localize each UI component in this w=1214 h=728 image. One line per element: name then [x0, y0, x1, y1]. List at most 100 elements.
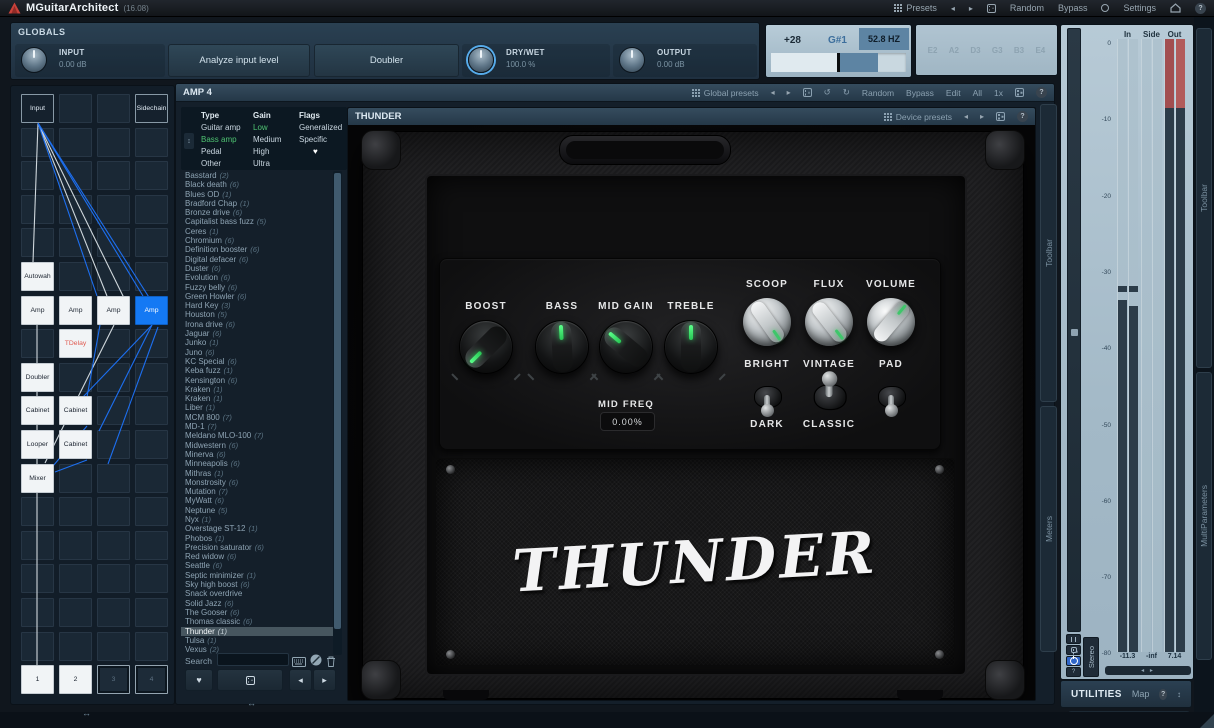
filter-option[interactable]: Medium — [253, 135, 281, 144]
string-label[interactable]: D3 — [970, 46, 980, 55]
help-icon[interactable]: ? — [1159, 689, 1167, 700]
string-label[interactable]: B3 — [1014, 46, 1024, 55]
preset-item[interactable]: Irona drive(6) — [181, 320, 333, 329]
sort-button[interactable]: ↕ — [184, 133, 194, 149]
bypass-button[interactable]: Bypass — [1058, 3, 1088, 13]
help-icon[interactable]: ? — [1036, 87, 1047, 98]
tuner-panel[interactable]: +28 G#1 52.8 HZ — [765, 24, 912, 78]
preset-item[interactable]: Blues OD(1) — [181, 190, 333, 199]
search-input[interactable] — [217, 653, 289, 666]
randomize-icon[interactable] — [987, 4, 996, 13]
preset-item[interactable]: Mithras(1) — [181, 469, 333, 478]
preset-item[interactable]: Midwestern(6) — [181, 441, 333, 450]
random-button[interactable]: Random — [862, 88, 894, 98]
input-knob[interactable] — [21, 47, 47, 73]
filter-option[interactable]: ♥ — [299, 147, 318, 156]
preset-item[interactable]: Basstard(2) — [181, 171, 333, 180]
preset-item[interactable]: Chromium(6) — [181, 236, 333, 245]
bypass-button[interactable]: Bypass — [906, 88, 934, 98]
preset-item[interactable]: Sky high boost(6) — [181, 580, 333, 589]
collapse-icon[interactable]: ↕ — [1177, 690, 1181, 699]
filter-option[interactable]: Pedal — [201, 147, 221, 156]
prev-preset-button[interactable]: ◂ — [964, 112, 968, 121]
filter-option[interactable]: Ultra — [253, 159, 270, 168]
graph-node[interactable]: 2 — [59, 665, 92, 694]
preset-item[interactable]: The Gooser(6) — [181, 608, 333, 617]
preset-item[interactable]: Snack overdrive — [181, 589, 333, 598]
graph-node[interactable]: Amp — [21, 296, 54, 325]
preset-item[interactable]: Definition booster(6) — [181, 245, 333, 254]
graph-node[interactable]: 4 — [135, 665, 168, 694]
oversampling-button[interactable]: 1x — [994, 88, 1003, 98]
meter-help-button[interactable]: ? — [1066, 667, 1081, 677]
graph-node[interactable]: 3 — [97, 665, 130, 694]
preset-item[interactable]: Seattle(6) — [181, 561, 333, 570]
preset-item[interactable]: Houston(5) — [181, 310, 333, 319]
toolbar-collapsed-tab-right[interactable]: Toolbar — [1196, 28, 1212, 368]
string-tuner-panel[interactable]: E2A2D3G3B3E4 — [915, 24, 1058, 76]
redo-icon[interactable]: ↻ — [843, 87, 850, 98]
meter-fader[interactable] — [1067, 28, 1081, 632]
preset-item[interactable]: Precision saturator(6) — [181, 543, 333, 552]
random-button[interactable]: Random — [1010, 3, 1044, 13]
preset-item[interactable]: Septic minimizer(1) — [181, 571, 333, 580]
meter-scrollbar[interactable]: ◂ ▸ — [1105, 666, 1191, 675]
next-preset-button[interactable]: ▸ — [313, 669, 336, 691]
all-button[interactable]: All — [973, 88, 982, 98]
help-icon[interactable]: ? — [1195, 3, 1206, 14]
filter-option[interactable]: Specific — [299, 135, 327, 144]
preset-item[interactable]: Fuzzy belly(6) — [181, 283, 333, 292]
preset-item[interactable]: Evolution(6) — [181, 273, 333, 282]
help-icon[interactable]: ? — [1017, 111, 1028, 122]
random-preset-button[interactable] — [217, 669, 283, 691]
preset-item[interactable]: Red widow(6) — [181, 552, 333, 561]
preset-item[interactable]: MD-1(7) — [181, 422, 333, 431]
scrollbar-thumb[interactable] — [334, 173, 341, 629]
knob-boost[interactable] — [459, 320, 513, 374]
preset-item[interactable]: Junko(1) — [181, 338, 333, 347]
string-label[interactable]: E4 — [1035, 46, 1045, 55]
preset-item[interactable]: Capitalist bass fuzz(5) — [181, 217, 333, 226]
toggle-vintage[interactable] — [812, 371, 845, 421]
preset-item[interactable]: Jaguar(6) — [181, 329, 333, 338]
preset-item[interactable]: Thunder(1) — [181, 627, 333, 636]
graph-node[interactable]: Amp — [135, 296, 168, 325]
preset-item[interactable]: MCM 800(7) — [181, 413, 333, 422]
randomize-icon[interactable] — [1015, 88, 1024, 97]
filter-option[interactable]: High — [253, 147, 269, 156]
knob-treble[interactable] — [664, 320, 718, 374]
doubler-button[interactable]: Doubler — [314, 44, 459, 77]
home-icon[interactable] — [1170, 3, 1181, 13]
next-preset-button[interactable]: ▸ — [787, 88, 791, 97]
window-resize-grip[interactable] — [1200, 714, 1214, 728]
graph-node[interactable]: Mixer — [21, 464, 54, 493]
filter-option[interactable]: Bass amp — [201, 135, 237, 144]
preset-item[interactable]: Phobos(1) — [181, 534, 333, 543]
graph-node[interactable]: Sidechain — [135, 94, 168, 123]
drywet-knob[interactable] — [468, 47, 494, 73]
meters-collapsed-tab[interactable]: Meters — [1040, 406, 1057, 652]
preset-item[interactable]: Minneapolis(6) — [181, 459, 333, 468]
preset-item[interactable]: Kensington(6) — [181, 376, 333, 385]
output-knob[interactable] — [619, 47, 645, 73]
knob-mid-gain[interactable] — [599, 320, 653, 374]
preset-item[interactable]: KC Special(6) — [181, 357, 333, 366]
preset-item[interactable]: Neptune(5) — [181, 506, 333, 515]
preset-scrollbar[interactable] — [333, 171, 342, 655]
toolbar-collapsed-tab[interactable]: Toolbar — [1040, 104, 1057, 402]
next-preset-button[interactable]: ▸ — [969, 4, 973, 13]
randomize-icon[interactable] — [803, 88, 812, 97]
preset-item[interactable]: Liber(1) — [181, 403, 333, 412]
preset-item[interactable]: Bradford Chap(1) — [181, 199, 333, 208]
pause-button[interactable] — [1066, 634, 1081, 644]
multiparameters-collapsed-tab[interactable]: MultiParameters — [1196, 372, 1212, 660]
toggle-pad[interactable] — [877, 375, 905, 417]
preset-item[interactable]: MyWatt(6) — [181, 496, 333, 505]
preset-list[interactable]: Basstard(2)Black death(6)Blues OD(1)Brad… — [181, 171, 333, 655]
global-presets-menu[interactable]: Global presets — [692, 88, 759, 98]
preset-item[interactable]: Hard Key(3) — [181, 301, 333, 310]
prev-preset-button[interactable]: ◂ — [289, 669, 312, 691]
power-button[interactable] — [1066, 656, 1081, 666]
settings-button[interactable]: Settings — [1123, 3, 1156, 13]
preset-item[interactable]: Juno(6) — [181, 348, 333, 357]
